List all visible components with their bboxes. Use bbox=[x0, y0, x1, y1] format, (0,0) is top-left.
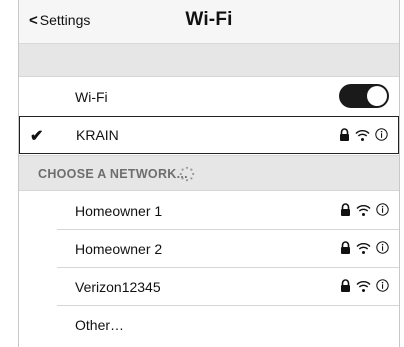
page-title: Wi-Fi bbox=[185, 9, 233, 30]
wifi-signal-icon bbox=[356, 204, 371, 216]
wifi-toggle-row: Wi-Fi bbox=[19, 78, 399, 115]
loading-spinner-icon bbox=[179, 166, 195, 182]
network-row[interactable]: Verizon12345 bbox=[19, 268, 399, 305]
network-status-icons bbox=[340, 241, 389, 254]
wifi-toggle-switch[interactable] bbox=[339, 84, 389, 108]
toggle-knob bbox=[367, 86, 387, 106]
info-icon[interactable] bbox=[376, 203, 389, 216]
wifi-signal-icon bbox=[356, 242, 371, 254]
network-row[interactable]: Homeowner 1 bbox=[19, 192, 399, 229]
info-icon[interactable] bbox=[376, 279, 389, 292]
choose-network-header: CHOOSE A NETWORK... bbox=[19, 155, 399, 191]
wifi-toggle-label: Wi-Fi bbox=[75, 89, 108, 105]
lock-icon bbox=[341, 279, 350, 292]
wifi-settings-screen: < Settings Wi-Fi Wi-Fi ✔ KRAIN CHOOSE A … bbox=[18, 0, 400, 347]
network-name: KRAIN bbox=[76, 127, 119, 143]
info-icon[interactable] bbox=[375, 128, 388, 141]
network-status-icons bbox=[340, 203, 389, 216]
lock-icon bbox=[341, 203, 350, 216]
navigation-bar: < Settings Wi-Fi bbox=[19, 0, 399, 44]
network-name: Homeowner 1 bbox=[75, 203, 163, 219]
network-row[interactable]: Homeowner 2 bbox=[19, 230, 399, 267]
network-status-icons bbox=[339, 128, 388, 141]
wifi-signal-icon bbox=[356, 280, 371, 292]
network-status-icons bbox=[340, 279, 389, 292]
network-row-connected[interactable]: ✔ KRAIN bbox=[19, 116, 399, 154]
network-name: Homeowner 2 bbox=[75, 241, 163, 257]
checkmark-icon: ✔ bbox=[30, 128, 44, 145]
lock-icon bbox=[340, 128, 349, 141]
wifi-signal-icon bbox=[355, 129, 370, 141]
other-network-label: Other… bbox=[75, 317, 125, 333]
group-spacer bbox=[19, 44, 399, 77]
network-name: Verizon12345 bbox=[75, 279, 161, 295]
info-icon[interactable] bbox=[376, 241, 389, 254]
lock-icon bbox=[341, 241, 350, 254]
network-row-other[interactable]: Other… bbox=[19, 306, 399, 343]
section-header-text: CHOOSE A NETWORK... bbox=[38, 167, 188, 181]
